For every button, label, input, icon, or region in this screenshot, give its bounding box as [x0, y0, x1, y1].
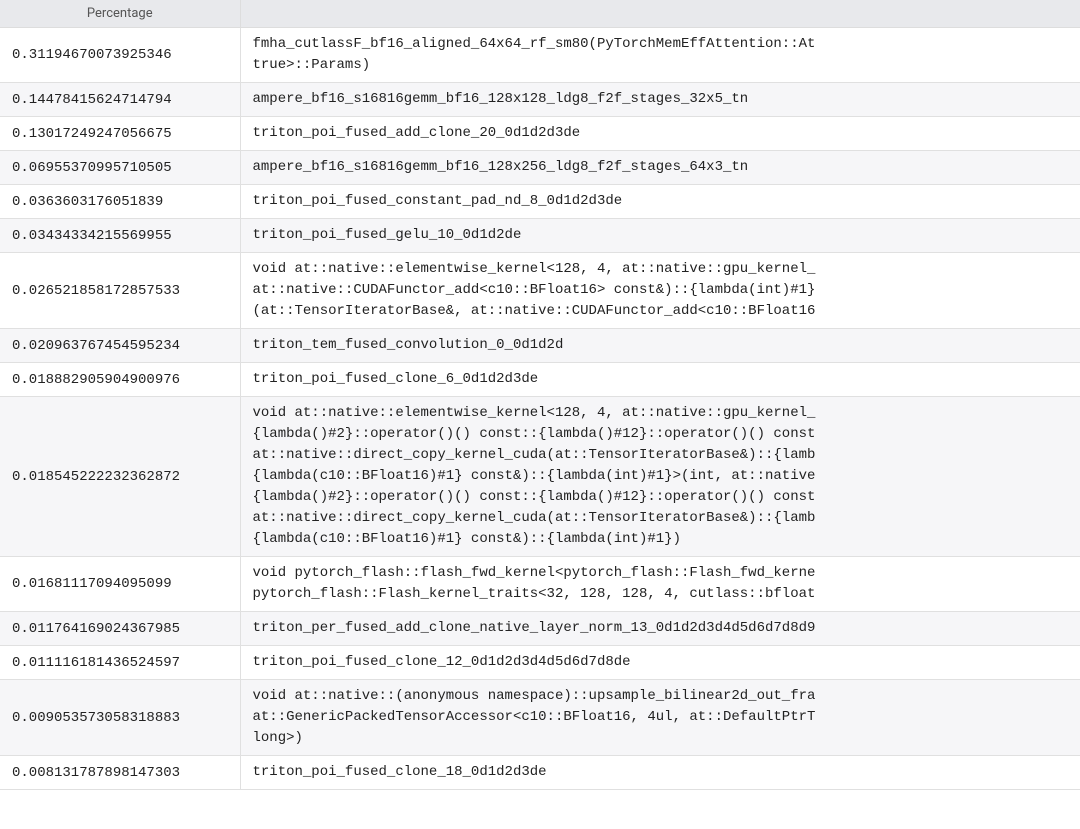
- percentage-cell: 0.14478415624714794: [0, 83, 240, 117]
- kernel-name-cell: void at::native::elementwise_kernel<128,…: [240, 397, 1080, 557]
- table-row[interactable]: 0.13017249247056675triton_poi_fused_add_…: [0, 117, 1080, 151]
- kernel-name-cell: triton_poi_fused_add_clone_20_0d1d2d3de: [240, 117, 1080, 151]
- percentage-cell: 0.31194670073925346: [0, 28, 240, 83]
- kernel-name-cell: triton_per_fused_add_clone_native_layer_…: [240, 612, 1080, 646]
- kernel-name-cell: void at::native::elementwise_kernel<128,…: [240, 253, 1080, 329]
- table-header-row: Percentage: [0, 0, 1080, 28]
- kernel-name-cell: void at::native::(anonymous namespace)::…: [240, 680, 1080, 756]
- profiler-table: Percentage 0.31194670073925346fmha_cutla…: [0, 0, 1080, 790]
- table-row[interactable]: 0.01681117094095099void pytorch_flash::f…: [0, 557, 1080, 612]
- kernel-name-cell: void pytorch_flash::flash_fwd_kernel<pyt…: [240, 557, 1080, 612]
- table-row[interactable]: 0.018545222232362872void at::native::ele…: [0, 397, 1080, 557]
- table-row[interactable]: 0.011764169024367985triton_per_fused_add…: [0, 612, 1080, 646]
- percentage-cell: 0.13017249247056675: [0, 117, 240, 151]
- percentage-cell: 0.06955370995710505: [0, 151, 240, 185]
- table-row[interactable]: 0.026521858172857533void at::native::ele…: [0, 253, 1080, 329]
- table-row[interactable]: 0.0363603176051839triton_poi_fused_const…: [0, 185, 1080, 219]
- percentage-cell: 0.026521858172857533: [0, 253, 240, 329]
- percentage-cell: 0.03434334215569955: [0, 219, 240, 253]
- percentage-cell: 0.018545222232362872: [0, 397, 240, 557]
- column-header-kernel[interactable]: [240, 0, 1080, 28]
- table-row[interactable]: 0.06955370995710505ampere_bf16_s16816gem…: [0, 151, 1080, 185]
- percentage-cell: 0.018882905904900976: [0, 363, 240, 397]
- percentage-cell: 0.020963767454595234: [0, 329, 240, 363]
- percentage-cell: 0.0363603176051839: [0, 185, 240, 219]
- table-row[interactable]: 0.14478415624714794ampere_bf16_s16816gem…: [0, 83, 1080, 117]
- table-row[interactable]: 0.008131787898147303triton_poi_fused_clo…: [0, 756, 1080, 790]
- percentage-cell: 0.01681117094095099: [0, 557, 240, 612]
- table-row[interactable]: 0.03434334215569955triton_poi_fused_gelu…: [0, 219, 1080, 253]
- percentage-cell: 0.011764169024367985: [0, 612, 240, 646]
- kernel-name-cell: fmha_cutlassF_bf16_aligned_64x64_rf_sm80…: [240, 28, 1080, 83]
- table-row[interactable]: 0.018882905904900976triton_poi_fused_clo…: [0, 363, 1080, 397]
- kernel-name-cell: triton_tem_fused_convolution_0_0d1d2d: [240, 329, 1080, 363]
- table-row[interactable]: 0.009053573058318883void at::native::(an…: [0, 680, 1080, 756]
- kernel-name-cell: triton_poi_fused_clone_18_0d1d2d3de: [240, 756, 1080, 790]
- table-row[interactable]: 0.011116181436524597triton_poi_fused_clo…: [0, 646, 1080, 680]
- kernel-name-cell: triton_poi_fused_constant_pad_nd_8_0d1d2…: [240, 185, 1080, 219]
- table-row[interactable]: 0.020963767454595234triton_tem_fused_con…: [0, 329, 1080, 363]
- percentage-cell: 0.008131787898147303: [0, 756, 240, 790]
- percentage-cell: 0.009053573058318883: [0, 680, 240, 756]
- table-row[interactable]: 0.31194670073925346fmha_cutlassF_bf16_al…: [0, 28, 1080, 83]
- column-header-percentage[interactable]: Percentage: [0, 0, 240, 28]
- kernel-name-cell: triton_poi_fused_gelu_10_0d1d2de: [240, 219, 1080, 253]
- percentage-cell: 0.011116181436524597: [0, 646, 240, 680]
- kernel-name-cell: ampere_bf16_s16816gemm_bf16_128x128_ldg8…: [240, 83, 1080, 117]
- kernel-name-cell: ampere_bf16_s16816gemm_bf16_128x256_ldg8…: [240, 151, 1080, 185]
- kernel-name-cell: triton_poi_fused_clone_12_0d1d2d3d4d5d6d…: [240, 646, 1080, 680]
- kernel-name-cell: triton_poi_fused_clone_6_0d1d2d3de: [240, 363, 1080, 397]
